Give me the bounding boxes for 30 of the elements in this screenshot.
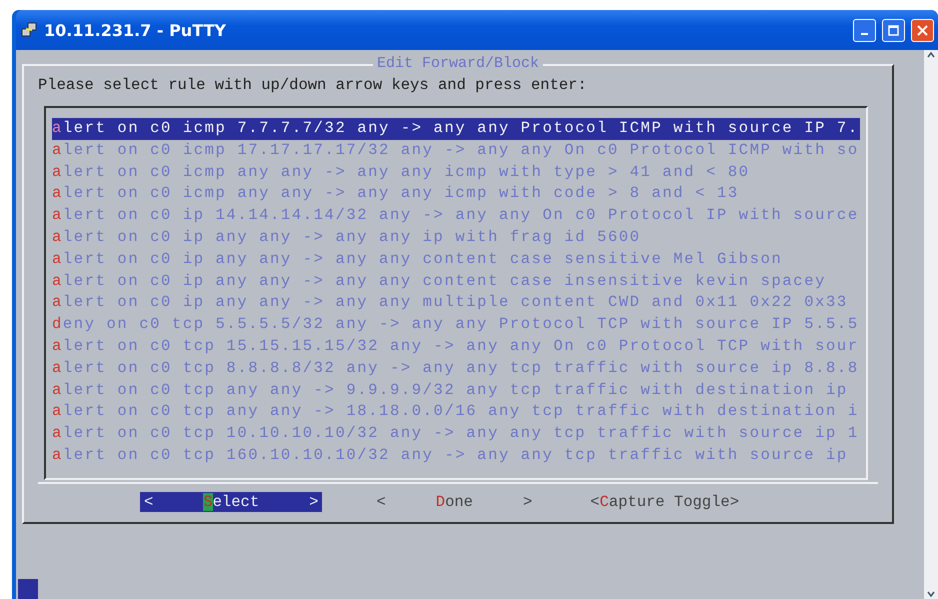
rule-item[interactable]: alert on c0 icmp any any -> any any icmp with code > 8 and < 13 (52, 183, 860, 206)
prompt-text: Please select rule with up/down arrow keys and press enter: (38, 76, 588, 94)
maximize-button[interactable] (882, 18, 905, 42)
rule-item[interactable]: alert on c0 tcp any any -> 9.9.9.9/32 any tcp traffic with destination ip (52, 380, 860, 402)
rule-item[interactable]: alert on c0 tcp 10.10.10.10/32 any -> any any tcp traffic with source ip 1 (52, 423, 860, 445)
rule-item[interactable]: alert on c0 ip any any -> any any content case sensitive Mel Gibson (52, 248, 860, 271)
rule-item[interactable]: alert on c0 icmp 7.7.7.7/32 any -> any any Protocol ICMP with source IP 7. (52, 118, 860, 140)
close-button[interactable] (911, 18, 934, 42)
close-icon (917, 24, 928, 36)
scrollbar[interactable] (924, 50, 938, 599)
rule-item[interactable]: alert on c0 icmp any any -> any any icmp with type > 41 and < 80 (52, 162, 860, 184)
dialog-button[interactable]: < Done > (372, 492, 536, 512)
rule-item[interactable]: alert on c0 tcp 15.15.15.15/32 any -> any any On c0 Protocol TCP with sour (52, 336, 860, 358)
rule-item[interactable]: alert on c0 ip 14.14.14.14/32 any -> any any On c0 Protocol IP with source (52, 205, 860, 227)
rule-item[interactable]: alert on c0 ip any any -> any any ip with frag id 5600 (52, 226, 860, 249)
minimize-button[interactable] (853, 18, 876, 42)
rule-item[interactable]: alert on c0 ip any any -> any any multiple content CWD and 0x11 0x22 0x33 (52, 292, 860, 314)
minimize-icon (861, 33, 868, 35)
maximize-icon (888, 24, 899, 36)
rule-item[interactable]: alert on c0 tcp 160.10.10.10/32 any -> any any tcp traffic with source ip (52, 444, 860, 467)
rule-item[interactable]: alert on c0 tcp 8.8.8.8/32 any -> any any tcp traffic with source ip 8.8.8 (52, 358, 860, 380)
terminal-cursor (18, 579, 38, 599)
rule-item[interactable]: alert on c0 tcp any any -> 18.18.0.0/16 any tcp traffic with destination i (52, 401, 860, 424)
dialog-button[interactable]: <Capture Toggle> (586, 492, 744, 512)
putty-icon (20, 21, 38, 39)
rule-item[interactable]: alert on c0 ip any any -> any any content case insensitive kevin spacey (52, 270, 860, 292)
dialog-button[interactable]: < Select > (140, 492, 322, 512)
rule-item[interactable]: deny on c0 tcp 5.5.5.5/32 any -> any any Protocol TCP with source IP 5.5.5 (52, 314, 860, 336)
rule-item[interactable]: alert on c0 icmp 17.17.17.17/32 any -> any any On c0 Protocol ICMP with so (52, 140, 860, 162)
window-title: 10.11.231.7 - PuTTY (44, 20, 227, 40)
